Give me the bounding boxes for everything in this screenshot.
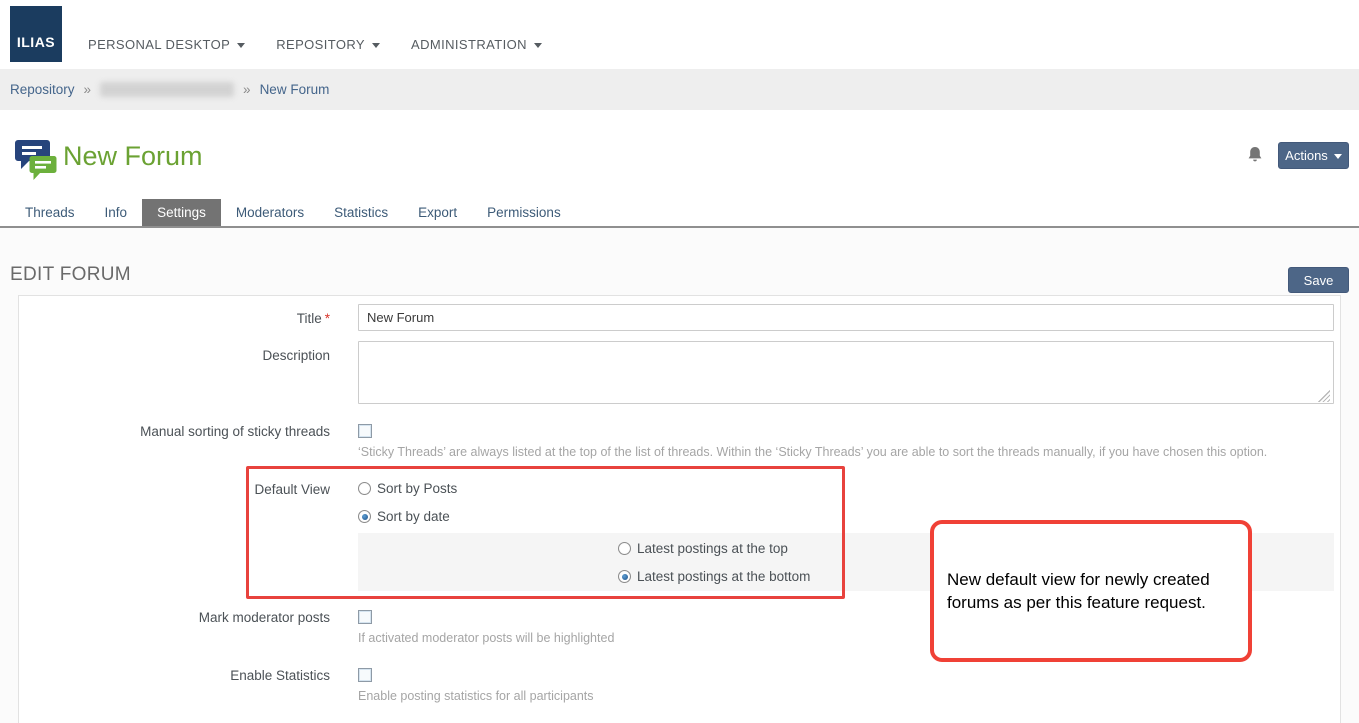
breadcrumb-redacted (100, 82, 234, 97)
enable-statistics-checkbox[interactable] (358, 668, 372, 682)
tab-statistics[interactable]: Statistics (319, 199, 403, 227)
tab-bar: Threads Info Settings Moderators Statist… (10, 199, 576, 227)
mark-moderator-label: Mark moderator posts (30, 610, 330, 625)
manual-sorting-help: ‘Sticky Threads’ are always listed at th… (358, 445, 1328, 459)
top-navbar: ILIAS PERSONAL DESKTOP REPOSITORY ADMINI… (0, 0, 1359, 69)
manual-sorting-checkbox[interactable] (358, 424, 372, 438)
nav-personal-desktop[interactable]: PERSONAL DESKTOP (88, 36, 245, 53)
radio-icon (618, 542, 631, 555)
required-marker: * (325, 311, 330, 326)
radio-label: Sort by date (377, 509, 450, 524)
nav-administration[interactable]: ADMINISTRATION (411, 36, 542, 53)
tab-permissions[interactable]: Permissions (472, 199, 576, 227)
actions-button[interactable]: Actions (1278, 142, 1349, 169)
default-view-label: Default View (30, 482, 330, 497)
title-label: Title* (30, 311, 330, 326)
radio-icon (358, 482, 371, 495)
caret-down-icon (1334, 154, 1342, 159)
radio-sort-by-posts[interactable]: Sort by Posts (358, 481, 457, 496)
tab-moderators[interactable]: Moderators (221, 199, 319, 227)
actions-button-label: Actions (1285, 148, 1328, 163)
main-menu: PERSONAL DESKTOP REPOSITORY ADMINISTRATI… (88, 36, 542, 53)
ilias-page: ILIAS PERSONAL DESKTOP REPOSITORY ADMINI… (0, 0, 1359, 723)
ilias-logo[interactable]: ILIAS (10, 6, 62, 62)
caret-down-icon (534, 43, 542, 48)
nav-repository[interactable]: REPOSITORY (276, 36, 380, 53)
save-button[interactable]: Save (1288, 267, 1349, 293)
nav-label: PERSONAL DESKTOP (88, 36, 230, 53)
breadcrumb-separator: » (84, 82, 92, 97)
resize-grip-icon[interactable] (1318, 390, 1330, 402)
title-input[interactable] (358, 304, 1334, 331)
radio-selected-icon (358, 510, 371, 523)
tab-settings[interactable]: Settings (142, 199, 221, 227)
enable-statistics-help: Enable posting statistics for all partic… (358, 689, 1328, 703)
radio-selected-icon (618, 570, 631, 583)
notification-bell-icon[interactable] (1246, 145, 1264, 164)
page-title: New Forum (63, 141, 203, 172)
annotation-callout-text: New default view for newly created forum… (947, 568, 1235, 614)
tab-info[interactable]: Info (90, 199, 143, 227)
breadcrumb-current[interactable]: New Forum (260, 82, 330, 97)
title-label-text: Title (297, 311, 322, 326)
nav-label: ADMINISTRATION (411, 36, 527, 53)
tab-threads[interactable]: Threads (10, 199, 90, 227)
radio-sort-by-date[interactable]: Sort by date (358, 509, 450, 524)
manual-sorting-label: Manual sorting of sticky threads (30, 424, 330, 439)
mark-moderator-checkbox[interactable] (358, 610, 372, 624)
radio-label: Sort by Posts (377, 481, 457, 496)
enable-statistics-label: Enable Statistics (30, 668, 330, 683)
annotation-callout: New default view for newly created forum… (930, 520, 1252, 662)
nav-label: REPOSITORY (276, 36, 365, 53)
radio-label: Latest postings at the top (637, 541, 788, 556)
radio-latest-postings-top[interactable]: Latest postings at the top (618, 541, 788, 556)
caret-down-icon (237, 43, 245, 48)
description-label: Description (30, 348, 330, 363)
form-section-title: EDIT FORUM (10, 264, 131, 286)
description-textarea[interactable] (358, 341, 1334, 404)
radio-label: Latest postings at the bottom (637, 569, 810, 584)
forum-icon (14, 137, 58, 185)
radio-latest-postings-bottom[interactable]: Latest postings at the bottom (618, 569, 810, 584)
breadcrumb-separator: » (243, 82, 251, 97)
caret-down-icon (372, 43, 380, 48)
breadcrumb: Repository » » New Forum (0, 69, 1359, 110)
tab-export[interactable]: Export (403, 199, 472, 227)
breadcrumb-repository[interactable]: Repository (10, 82, 75, 97)
